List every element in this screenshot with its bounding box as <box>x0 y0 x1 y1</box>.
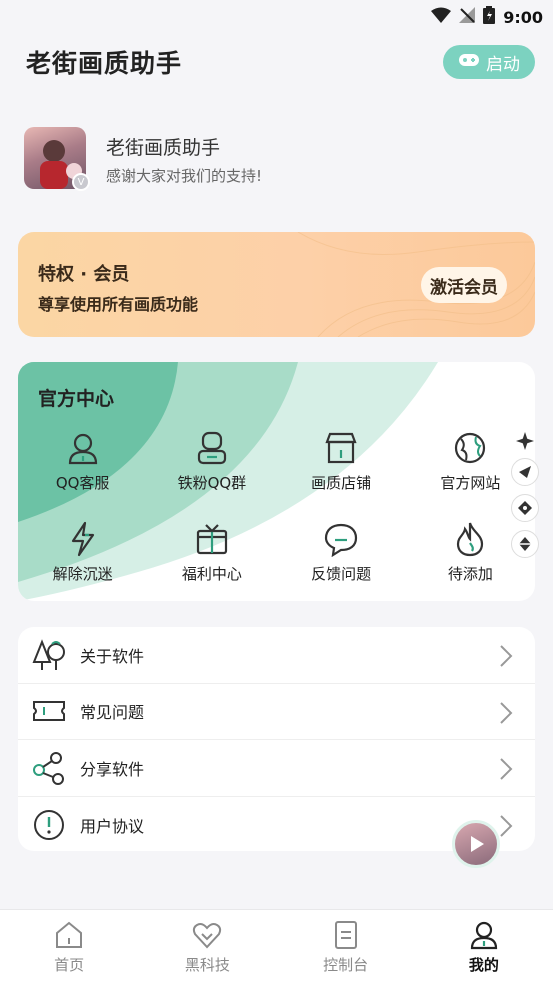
page-title: 老街画质助手 <box>26 49 183 78</box>
activate-vip-button[interactable]: 激活会员 <box>421 267 507 303</box>
tab-console[interactable]: 控制台 <box>277 910 415 983</box>
floating-player-button[interactable] <box>452 820 500 868</box>
tab-label: 控制台 <box>323 956 369 974</box>
tab-label: 黑科技 <box>184 956 230 974</box>
share-icon <box>33 751 64 785</box>
grid-item-label: 待添加 <box>447 565 493 583</box>
direction-mid-button[interactable] <box>511 494 539 522</box>
direction-right-button[interactable] <box>511 458 539 486</box>
wifi-icon <box>431 7 452 27</box>
official-center-title: 官方中心 <box>38 388 115 410</box>
grid-item-label: QQ客服 <box>55 474 110 492</box>
gamepad-icon <box>458 52 480 73</box>
menu-item-label: 常见问题 <box>80 703 145 723</box>
tab-tech[interactable]: 黑科技 <box>138 910 276 983</box>
grid-item-feedback[interactable]: 反馈问题 <box>277 521 406 584</box>
menu-item-label: 用户协议 <box>80 816 145 836</box>
launch-button-label: 启动 <box>486 54 520 75</box>
official-center-grid: QQ客服 铁粉QQ群 画质店铺 官方网站 解除沉迷 福利中心 反馈问题 待添加 <box>18 430 535 584</box>
chat-icon <box>325 523 358 557</box>
heart-icon <box>193 923 222 949</box>
grid-item-label: 画质店铺 <box>311 474 372 492</box>
trees-icon <box>32 639 65 670</box>
direction-icon <box>518 501 532 515</box>
status-bar: 9:00 <box>0 0 553 32</box>
person-icon <box>470 921 497 950</box>
menu-item-label: 分享软件 <box>80 759 145 779</box>
chevron-right-icon <box>500 758 513 780</box>
direction-icon <box>519 537 531 551</box>
menu-item-about[interactable]: 关于软件 <box>18 627 535 684</box>
alert-icon <box>34 809 64 840</box>
direction-down-button[interactable] <box>511 530 539 558</box>
tab-label: 首页 <box>54 956 85 974</box>
battery-icon <box>483 6 496 28</box>
grid-item-welfare[interactable]: 福利中心 <box>147 521 276 584</box>
header: 老街画质助手 启动 <box>26 42 535 82</box>
shop-icon <box>325 432 357 464</box>
status-icons: 9:00 <box>431 6 543 28</box>
profile-name: 老街画质助手 <box>106 137 221 159</box>
lightning-icon <box>71 521 94 557</box>
tab-home[interactable]: 首页 <box>0 910 138 983</box>
group-icon <box>197 431 226 465</box>
no-signal-icon <box>459 7 476 27</box>
menu-item-faq[interactable]: 常见问题 <box>18 684 535 740</box>
globe-icon <box>455 432 486 464</box>
floating-side-tools <box>511 432 539 558</box>
vip-card: 特权 · 会员 尊享使用所有画质功能 激活会员 <box>18 232 535 337</box>
vip-title: 特权 · 会员 <box>38 264 130 285</box>
document-icon <box>334 921 357 949</box>
flame-icon <box>457 522 484 557</box>
menu-list: 关于软件 常见问题 分享软件 用户协议 <box>18 627 535 851</box>
grid-item-label: 官方网站 <box>440 474 501 492</box>
chevron-right-icon <box>500 814 513 837</box>
bottom-tab-bar: 首页 黑科技 控制台 我的 <box>0 909 553 983</box>
menu-item-label: 关于软件 <box>80 646 145 666</box>
ticket-icon <box>33 701 65 722</box>
grid-item-label: 铁粉QQ群 <box>177 474 247 492</box>
gift-icon <box>196 524 227 555</box>
launch-button[interactable]: 启动 <box>443 45 535 79</box>
home-icon <box>56 921 83 948</box>
chevron-right-icon <box>500 645 513 667</box>
menu-item-share[interactable]: 分享软件 <box>18 740 535 797</box>
profile-subtitle: 感谢大家对我们的支持! <box>106 167 263 185</box>
verified-badge-icon: V <box>72 173 90 191</box>
compass-icon[interactable] <box>516 432 534 450</box>
user-icon <box>68 433 97 465</box>
official-center-card: 官方中心 QQ客服 铁粉QQ群 画质店铺 官方网站 解除沉迷 福利中心 反馈问题 <box>18 362 535 601</box>
grid-item-fan-group[interactable]: 铁粉QQ群 <box>147 430 276 493</box>
status-time: 9:00 <box>503 7 543 27</box>
grid-item-anti-addiction[interactable]: 解除沉迷 <box>18 521 147 584</box>
grid-item-label: 解除沉迷 <box>52 565 113 583</box>
tab-mine[interactable]: 我的 <box>415 910 553 983</box>
grid-item-qq-service[interactable]: QQ客服 <box>18 430 147 493</box>
profile-section[interactable]: V 老街画质助手 感谢大家对我们的支持! <box>24 127 524 191</box>
grid-item-label: 反馈问题 <box>311 565 372 583</box>
grid-item-label: 福利中心 <box>181 565 242 583</box>
vip-subtitle: 尊享使用所有画质功能 <box>38 295 199 314</box>
direction-icon <box>519 466 531 478</box>
tab-label: 我的 <box>468 956 499 974</box>
chevron-right-icon <box>500 701 513 724</box>
play-icon <box>471 836 484 852</box>
grid-item-shop[interactable]: 画质店铺 <box>277 430 406 493</box>
